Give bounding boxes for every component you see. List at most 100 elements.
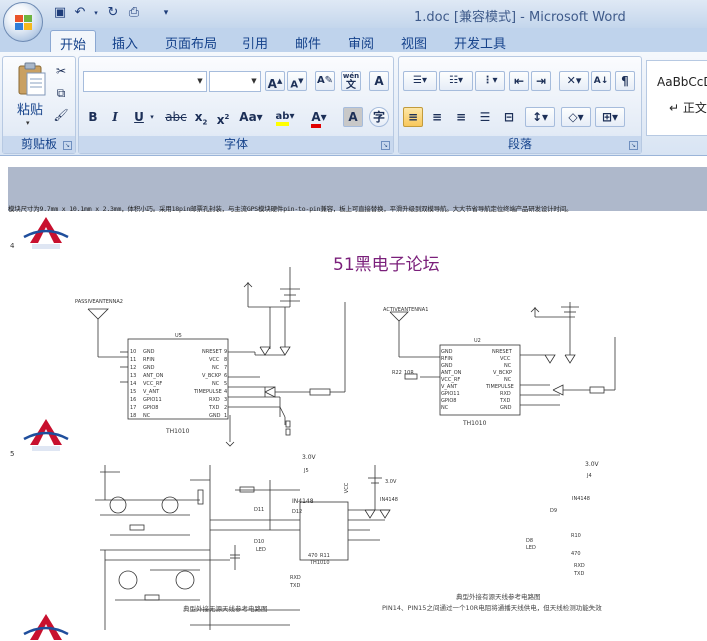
tab-references[interactable]: 引用 — [233, 30, 277, 52]
ribbon: 粘贴 ▾ ✂ ⧉ 🖌 剪贴板 ↘ ▼ ▼ A▲ A▼ A✎ wén 文 A B … — [0, 52, 707, 156]
enclose-characters-icon[interactable]: 字 — [369, 107, 389, 127]
borders-icon[interactable]: ⊞▾ — [595, 107, 625, 127]
font-name-dropdown-icon[interactable]: ▼ — [194, 72, 206, 91]
schematic-2-pin-gnd2: GND — [441, 363, 453, 369]
style-name: ↵ 正文 — [669, 101, 707, 115]
schematic-1-pin-num-6: 6 — [224, 373, 228, 379]
grow-font-icon[interactable]: A▲ — [265, 71, 285, 91]
phonetic-guide-pinyin: wén — [342, 72, 360, 80]
cut-icon[interactable]: ✂ — [51, 61, 71, 81]
paste-dropdown-icon[interactable]: ▾ — [26, 119, 30, 127]
schematic-2-d8: D8 — [526, 538, 534, 544]
chinese-layout-icon[interactable]: ✕▾ — [559, 71, 589, 91]
company-logo-icon — [23, 217, 69, 249]
align-center-icon[interactable]: ≡ — [427, 107, 447, 127]
schematic-2-pin-gnd1: GND — [441, 349, 453, 355]
align-left-icon[interactable]: ≡ — [403, 107, 423, 127]
strikethrough-icon[interactable]: abc — [163, 107, 189, 127]
style-sample-text: AaBbCcD — [657, 75, 707, 89]
schematic-1-pin-num-2: 2 — [224, 405, 228, 411]
numbering-icon[interactable]: ☷▾ — [439, 71, 473, 91]
character-shading-icon[interactable]: A — [343, 107, 363, 127]
phonetic-guide-icon[interactable]: wén 文 — [341, 71, 361, 91]
distributed-icon[interactable]: ⊟ — [499, 107, 519, 127]
superscript-icon[interactable]: x2 — [213, 107, 233, 127]
window-title: 1.doc [兼容模式] - Microsoft Word — [414, 10, 626, 25]
tab-page-layout[interactable]: 页面布局 — [156, 30, 226, 52]
clipboard-launcher-icon[interactable]: ↘ — [63, 141, 72, 150]
undo-dropdown-icon[interactable]: ▾ — [88, 5, 104, 21]
schematic-1-pin-num-4: 4 — [224, 389, 228, 395]
schematic-3-diode-label: IN4148 — [380, 497, 398, 503]
clear-format-icon[interactable]: A✎ — [315, 71, 335, 91]
font-color-icon[interactable]: A▾ — [305, 107, 333, 128]
schematic-2-antenna-label: ACTIVEANTENNA1 — [383, 307, 429, 313]
increase-indent-icon[interactable]: ⇥ — [531, 71, 551, 91]
align-right-icon[interactable]: ≡ — [451, 107, 471, 127]
bold-icon[interactable]: B — [83, 107, 103, 127]
subscript-icon[interactable]: x2 — [191, 107, 211, 127]
schematic-1-pin-num-18: 18 — [130, 413, 137, 419]
italic-icon[interactable]: I — [105, 107, 125, 127]
schematic-1-chip-ref: U5 — [175, 333, 182, 339]
justify-icon[interactable]: ☰ — [475, 107, 495, 127]
font-size-dropdown-icon[interactable]: ▼ — [248, 72, 260, 91]
tab-mailings[interactable]: 邮件 — [286, 30, 330, 52]
paste-icon[interactable] — [15, 61, 47, 97]
paragraph-group: ☰▾ ☷▾ ⋮▾ ⇤ ⇥ ✕▾ A↓ ¶ ≡ ≡ ≡ ☰ ⊟ ↕▾ ◇▾ ⊞▾ … — [398, 56, 642, 154]
bullets-icon[interactable]: ☰▾ — [403, 71, 437, 91]
schematic-2-pin-rfin: RFIN — [441, 356, 453, 362]
tab-review[interactable]: 审阅 — [339, 30, 383, 52]
sort-icon[interactable]: A↓ — [591, 71, 611, 91]
character-border-icon[interactable]: A — [369, 71, 389, 91]
save-icon[interactable]: ▣ — [52, 5, 68, 21]
schematic-1-pin-v-bckp: V_BCKP — [202, 373, 222, 379]
show-marks-icon[interactable]: ¶ — [615, 71, 635, 91]
style-gallery-normal[interactable]: AaBbCcD ↵ 正文 — [646, 60, 707, 136]
customize-icon[interactable]: ▾ — [158, 5, 174, 21]
schematic-1-pin-num-8: 8 — [224, 357, 228, 363]
phonetic-guide-char: 文 — [346, 80, 356, 91]
paste-button-label[interactable]: 粘贴 — [17, 99, 43, 118]
shading-icon[interactable]: ◇▾ — [561, 107, 591, 127]
underline-dropdown-icon[interactable]: ▾ — [147, 107, 157, 127]
change-case-icon[interactable]: Aa▾ — [237, 107, 265, 127]
tab-view[interactable]: 视图 — [392, 30, 436, 52]
schematic-1-antenna-label: PASSIVEANTENNA2 — [75, 299, 123, 305]
schematic-1-pin-nc: NC — [143, 413, 151, 419]
schematic-1-pin-num-16: 16 — [130, 397, 137, 403]
schematic-1-pin-nreset: NRESET — [202, 349, 222, 355]
office-button[interactable] — [3, 2, 43, 42]
schematic-1-pin-num-10: 10 — [130, 349, 137, 355]
schematic-1-chip-label: TH1010 — [166, 428, 190, 435]
schematic-2-pin-gpio11: GPIO11 — [441, 391, 460, 397]
print-preview-icon[interactable]: ⎙ — [126, 5, 142, 21]
redo-icon[interactable]: ↻ — [105, 5, 121, 21]
format-painter-icon[interactable]: 🖌 — [51, 105, 71, 125]
schematic-1-pin-rfin: RFIN — [143, 357, 155, 363]
font-size-combo[interactable]: ▼ — [209, 71, 261, 92]
undo-icon[interactable]: ↶ — [72, 5, 88, 21]
schematic-2-r10: R10 — [571, 533, 581, 539]
schematic-2-pin-rxd: RXD — [500, 391, 511, 397]
document-area[interactable]: 模块尺寸为9.7mm x 10.1mm x 2.3mm，体积小巧。采用18pin… — [0, 157, 707, 641]
paragraph-launcher-icon[interactable]: ↘ — [629, 141, 638, 150]
schematic-1-pin-gnd-r: GND — [209, 413, 221, 419]
schematic-2-diode-label: IN4148 — [572, 496, 590, 502]
line-spacing-icon[interactable]: ↕▾ — [525, 107, 555, 127]
underline-icon[interactable]: U — [129, 107, 149, 127]
font-name-combo[interactable]: ▼ — [83, 71, 207, 92]
multilevel-list-icon[interactable]: ⋮▾ — [475, 71, 505, 91]
highlight-icon[interactable]: ab▾ — [271, 107, 299, 127]
schematic-1-pin-v-ant: V_ANT — [143, 389, 160, 395]
shrink-font-icon[interactable]: A▼ — [287, 71, 307, 91]
decrease-indent-icon[interactable]: ⇤ — [509, 71, 529, 91]
tab-developer[interactable]: 开发工具 — [445, 30, 515, 52]
schematic-2-pin-gpio8: GPIO8 — [441, 398, 457, 404]
tab-insert[interactable]: 插入 — [103, 30, 147, 52]
schematic-1-pin-ant-on: ANT_ON — [143, 373, 164, 379]
schematic-2-pin-timepulse: TIMEPULSE — [486, 384, 514, 390]
copy-icon[interactable]: ⧉ — [51, 83, 71, 103]
tab-home[interactable]: 开始 — [50, 30, 97, 53]
font-launcher-icon[interactable]: ↘ — [381, 141, 390, 150]
